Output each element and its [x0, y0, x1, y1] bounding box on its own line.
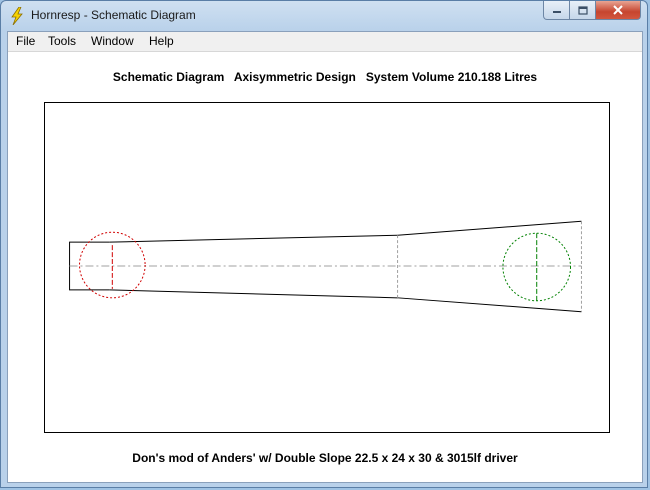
title-bar[interactable]: Hornresp - Schematic Diagram	[1, 1, 647, 31]
diagram-heading: Schematic Diagram Axisymmetric Design Sy…	[112, 70, 538, 84]
minimize-button[interactable]	[543, 1, 570, 20]
horn-section-1-top	[109, 234, 398, 243]
menu-tools[interactable]: Tools	[48, 34, 76, 48]
horn-section-2-top	[397, 220, 582, 236]
close-icon	[613, 5, 623, 15]
client-area: File Tools Window Help Schematic Diagram…	[7, 31, 643, 483]
window-title: Hornresp - Schematic Diagram	[31, 8, 196, 22]
maximize-icon	[577, 5, 588, 15]
menu-file[interactable]: File	[16, 34, 35, 48]
diagram-caption: Don's mod of Anders' w/ Double Slope 22.…	[132, 451, 518, 465]
menu-window[interactable]: Window	[91, 34, 134, 48]
application-window: Hornresp - Schematic Diagram File Tools …	[0, 0, 648, 488]
caption-buttons	[543, 1, 641, 21]
maximize-button[interactable]	[570, 1, 596, 20]
horn-section-2-bottom	[397, 297, 582, 313]
horn-section-1-bottom	[109, 289, 398, 299]
menu-bar: File Tools Window Help	[8, 32, 642, 52]
minimize-icon	[552, 11, 561, 13]
schematic-diagram	[44, 102, 610, 433]
menu-help[interactable]: Help	[149, 34, 174, 48]
close-button[interactable]	[596, 1, 641, 20]
lightning-icon	[11, 7, 23, 25]
